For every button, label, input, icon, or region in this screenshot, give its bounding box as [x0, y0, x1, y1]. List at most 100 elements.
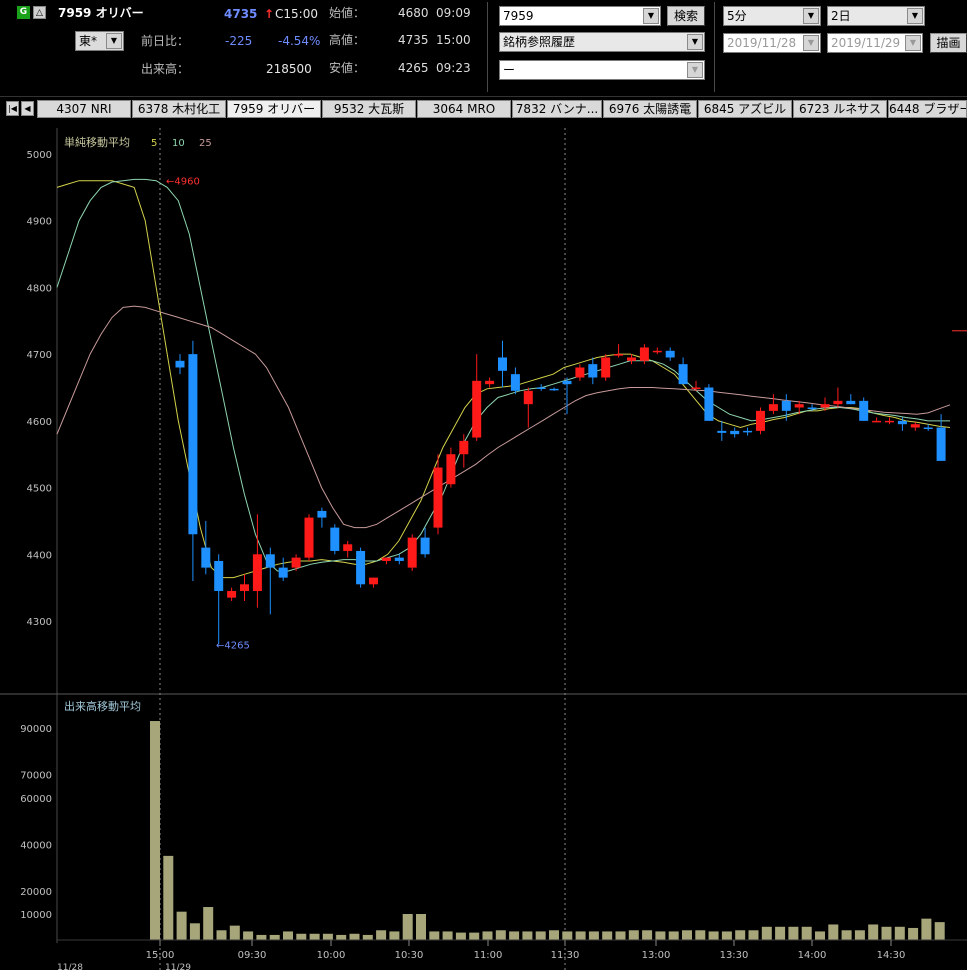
- code-input[interactable]: 7959 ▼: [499, 6, 661, 26]
- price-tick-label: 4800: [27, 283, 52, 294]
- candle: [601, 354, 611, 381]
- history-select[interactable]: 銘柄参照履歴 ▼: [499, 32, 705, 52]
- volume-bar: [322, 933, 333, 940]
- volume-bar: [482, 931, 493, 940]
- tab-4307[interactable]: 4307 NRI: [37, 100, 131, 118]
- tab-9532[interactable]: 9532 大瓦斯: [322, 100, 416, 118]
- price-tick-label: 4500: [27, 484, 52, 495]
- candle-body: [317, 510, 327, 518]
- volume-tick-label: 70000: [20, 771, 52, 782]
- low-annotation: ←4265: [216, 640, 250, 651]
- green-g-icon[interactable]: G: [17, 6, 30, 19]
- ma-legend-10: 10: [172, 138, 185, 149]
- chevron-down-icon[interactable]: ▼: [907, 8, 923, 24]
- candle: [704, 384, 714, 421]
- tab-6723[interactable]: 6723 ルネサス: [793, 100, 887, 118]
- candle-body: [807, 407, 817, 410]
- volume-bar: [389, 931, 400, 940]
- candle-body: [330, 527, 340, 551]
- volume-bar: [881, 926, 892, 940]
- chevron-down-icon[interactable]: ▼: [687, 34, 703, 50]
- candle-body: [304, 517, 314, 558]
- volume-bar: [841, 930, 852, 940]
- date-from-field[interactable]: 2019/11/28 ▼: [723, 33, 821, 53]
- tab-3064[interactable]: 3064 MRO: [417, 100, 511, 118]
- prev-tab-icon[interactable]: ◀: [21, 101, 34, 116]
- volume-bar: [442, 931, 453, 940]
- chevron-down-icon[interactable]: ▼: [106, 33, 122, 49]
- sub-select[interactable]: ー ▼: [499, 60, 705, 80]
- volume-tick-label: 20000: [20, 887, 52, 898]
- volume-bar: [854, 930, 865, 940]
- chevron-down-icon[interactable]: ▼: [803, 8, 819, 24]
- candle-body: [459, 440, 469, 455]
- tab-7832[interactable]: 7832 バンナ...: [512, 100, 602, 118]
- header-divider: [487, 2, 488, 92]
- x-tick-label: 10:30: [395, 950, 424, 961]
- volume-bar: [908, 927, 919, 940]
- candle-body: [433, 467, 443, 528]
- chevron-down-icon[interactable]: ▼: [687, 62, 703, 78]
- volume-bar: [921, 918, 932, 940]
- chevron-down-icon[interactable]: ▼: [905, 35, 921, 51]
- low-value: 4265: [398, 61, 429, 75]
- ma-legend-5: 5: [151, 138, 157, 149]
- tab-7959[interactable]: 7959 オリバー: [227, 100, 321, 118]
- volume-bar: [535, 931, 546, 940]
- draw-button[interactable]: 描画: [930, 33, 967, 53]
- tab-6845[interactable]: 6845 アズビル: [698, 100, 792, 118]
- interval-select-value: 5分: [727, 9, 747, 23]
- change-pct: -4.54%: [278, 34, 321, 48]
- sub-select-value: ー: [503, 63, 516, 77]
- market-select[interactable]: 東* ▼: [75, 31, 124, 51]
- date-to-field[interactable]: 2019/11/29 ▼: [827, 33, 923, 53]
- volume-bar: [256, 934, 267, 940]
- tab-6378[interactable]: 6378 木村化工: [132, 100, 226, 118]
- candle-body: [575, 367, 585, 378]
- candle-body: [717, 430, 727, 433]
- volume-bar: [549, 930, 559, 940]
- search-button[interactable]: 検索: [667, 6, 705, 26]
- volume-bar: [801, 926, 812, 940]
- candle-body: [343, 544, 353, 551]
- candle-body: [369, 577, 378, 585]
- price-up-arrow-icon: ↑: [264, 7, 275, 21]
- stock-chart[interactable]: 単純移動平均 5 10 25 4300 4400 4500 4600 4700 4800 4…: [0, 128, 967, 970]
- chevron-down-icon[interactable]: ▼: [643, 8, 659, 24]
- date-label: 11/29: [165, 963, 191, 970]
- candle-body: [652, 350, 662, 353]
- candle-body: [291, 557, 301, 568]
- volume-bar: [216, 930, 227, 940]
- interval-select[interactable]: 5分 ▼: [723, 6, 821, 26]
- open-time: 09:09: [436, 6, 471, 20]
- volume-bar: [615, 931, 626, 940]
- volume-bar: [269, 934, 280, 940]
- candle-body: [639, 347, 649, 361]
- tab-6448[interactable]: 6448 ブラザー: [888, 100, 967, 118]
- candle-body: [588, 364, 598, 378]
- volume-bar: [203, 907, 214, 940]
- candle-body: [201, 547, 211, 568]
- ma-legend-title: 単純移動平均: [64, 135, 130, 149]
- candle: [756, 407, 765, 435]
- x-tick-label: 10:00: [317, 950, 346, 961]
- volume-bar: [416, 914, 426, 940]
- volume-bar: [455, 932, 466, 940]
- volume-bar: [934, 922, 945, 940]
- volume-bar: [761, 926, 772, 940]
- market-select-value: 東*: [79, 34, 98, 48]
- high-label: 高値：: [329, 33, 366, 47]
- candle-body: [704, 387, 714, 421]
- candle-body: [485, 380, 495, 385]
- chevron-down-icon[interactable]: ▼: [803, 35, 819, 51]
- period-select[interactable]: 2日 ▼: [827, 6, 925, 26]
- volume-bar: [828, 924, 839, 940]
- candle-body: [910, 424, 920, 428]
- volume-bar: [721, 931, 732, 940]
- tab-6976[interactable]: 6976 太陽誘電: [603, 100, 697, 118]
- volume-bar: [402, 914, 413, 940]
- first-tab-icon[interactable]: |◀: [6, 101, 19, 116]
- candle-body: [562, 380, 572, 385]
- price-tick-label: 4900: [27, 217, 52, 228]
- alert-triangle-icon[interactable]: △: [33, 6, 46, 19]
